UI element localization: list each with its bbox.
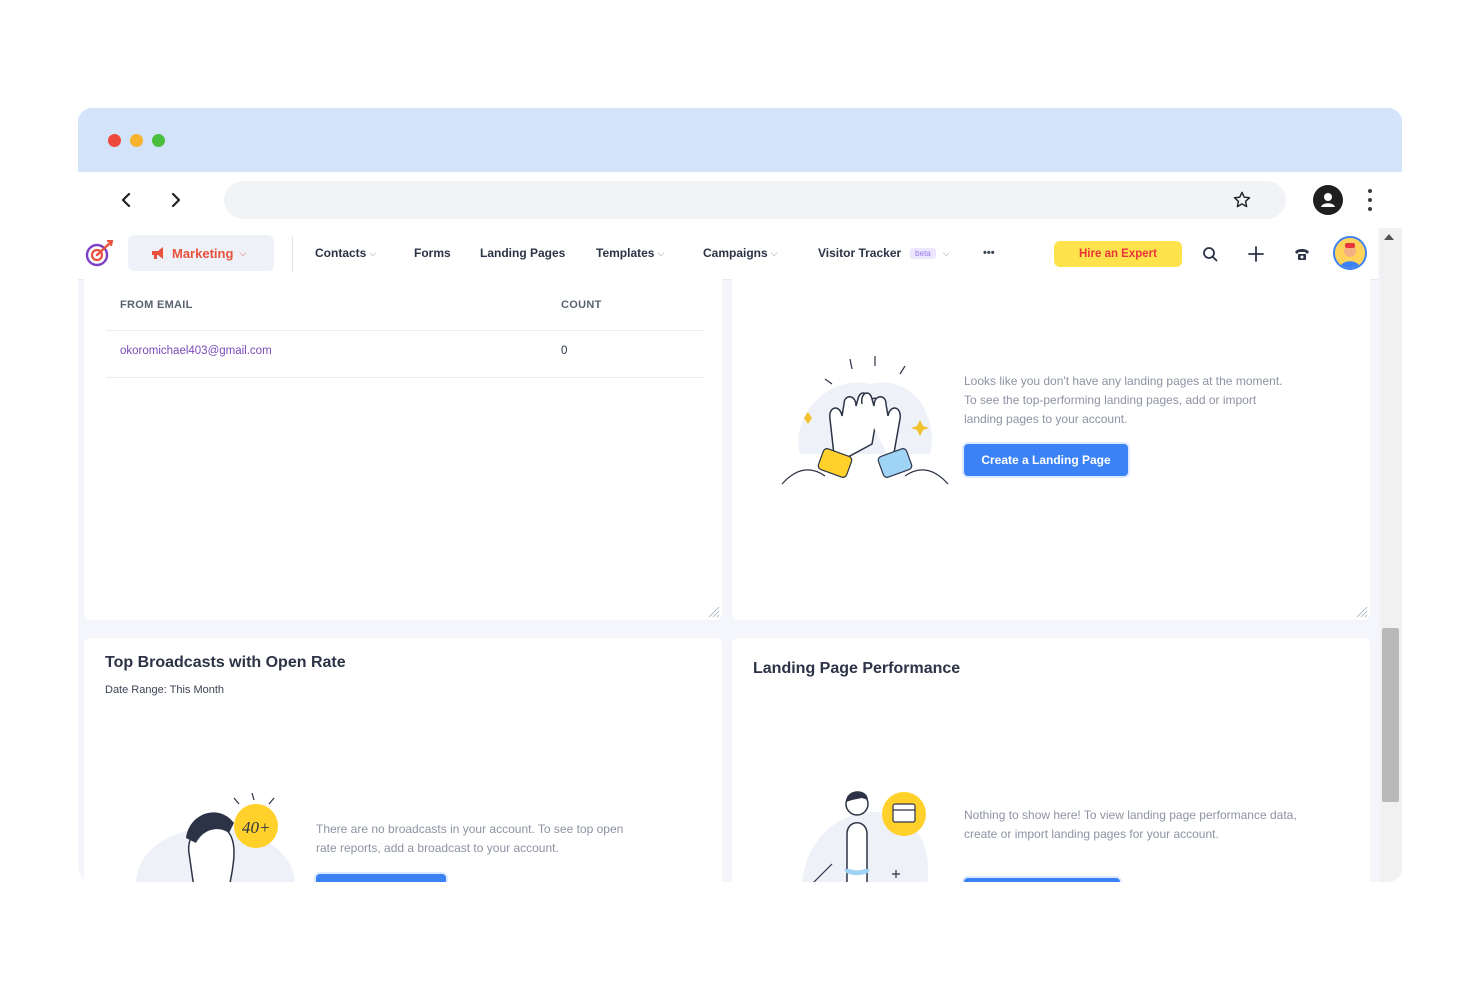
from-email-header: FROM EMAIL — [120, 299, 193, 311]
megaphone-icon — [152, 247, 163, 259]
high-five-illustration — [781, 356, 949, 485]
nav-item-visitor-tracker[interactable]: Visitor Tracker beta ⌵ — [818, 228, 950, 278]
app-viewport: Marketing ⌵ Contacts ⌵ Forms Landing Page… — [78, 228, 1402, 882]
person-calendar-illustration — [802, 791, 929, 882]
address-bar[interactable] — [224, 181, 1286, 219]
hire-expert-label: Hire an Expert — [1079, 248, 1157, 260]
chevron-down-icon: ⌵ — [770, 247, 778, 258]
add-broadcast-button[interactable] — [316, 874, 446, 882]
scroll-up-arrow-icon[interactable] — [1384, 234, 1394, 240]
table-divider — [106, 377, 704, 378]
app-logo-icon[interactable] — [84, 238, 114, 268]
landing-performance-message: Nothing to show here! To view landing pa… — [964, 808, 1297, 841]
person-badge-illustration: 40+ — [136, 792, 295, 882]
broadcasts-empty-message: There are no broadcasts in your account.… — [316, 822, 624, 855]
landing-page-performance-card: Landing Page Performance Nothing to show… — [732, 638, 1370, 882]
maximize-window-dot[interactable] — [152, 134, 165, 147]
chevron-down-icon: ⌵ — [239, 247, 247, 258]
chevron-down-icon: ⌵ — [657, 247, 665, 258]
browser-titlebar — [78, 108, 1402, 172]
chevron-right-icon — [171, 192, 181, 208]
nav-item-campaigns[interactable]: Campaigns ⌵ — [703, 228, 778, 278]
user-avatar[interactable] — [1333, 236, 1367, 270]
browser-window: Marketing ⌵ Contacts ⌵ Forms Landing Page… — [78, 108, 1402, 882]
top-broadcasts-card: Top Broadcasts with Open Rate Date Range… — [84, 638, 722, 882]
resize-handle-icon[interactable] — [706, 604, 720, 618]
nav-item-label: Contacts — [315, 246, 367, 260]
back-button[interactable] — [112, 186, 140, 214]
hire-expert-button[interactable]: Hire an Expert — [1054, 241, 1182, 267]
chevron-down-icon: ⌵ — [942, 247, 950, 258]
nav-divider — [292, 236, 293, 272]
landing-empty-message: Looks like you don't have any landing pa… — [964, 374, 1283, 426]
nav-item-label: Campaigns — [703, 246, 768, 260]
create-landing-page-button[interactable]: Create a Landing Page — [964, 444, 1128, 476]
landing-performance-button[interactable] — [964, 878, 1120, 882]
more-menu-icon[interactable]: ••• — [983, 228, 995, 278]
nav-item-label: Visitor Tracker — [818, 246, 902, 260]
nav-item-label: Landing Pages — [480, 246, 566, 260]
resize-handle-icon[interactable] — [1354, 604, 1368, 618]
more-label: ••• — [983, 247, 995, 259]
minimize-window-dot[interactable] — [130, 134, 143, 147]
broadcasts-title: Top Broadcasts with Open Rate — [105, 654, 346, 671]
badge-text: 40+ — [242, 818, 270, 837]
from-email-card: FROM EMAIL COUNT okoromichael403@gmail.c… — [84, 278, 722, 620]
app-navbar: Marketing ⌵ Contacts ⌵ Forms Landing Page… — [78, 228, 1378, 280]
browser-menu-icon[interactable] — [1362, 186, 1378, 214]
beta-badge: beta — [910, 247, 936, 259]
search-icon[interactable] — [1198, 242, 1222, 266]
create-landing-page-label: Create a Landing Page — [981, 453, 1111, 467]
nav-item-label: Templates — [596, 246, 655, 260]
landing-performance-title: Landing Page Performance — [753, 660, 961, 677]
plus-icon[interactable] — [1244, 242, 1268, 266]
broadcasts-date-range: Date Range: This Month — [105, 684, 225, 696]
count-header: COUNT — [561, 299, 602, 311]
bookmark-star-icon[interactable] — [1232, 190, 1252, 210]
table-divider — [106, 330, 704, 331]
close-window-dot[interactable] — [108, 134, 121, 147]
forward-button[interactable] — [162, 186, 190, 214]
nav-item-contacts[interactable]: Contacts ⌵ — [315, 228, 376, 278]
marketing-menu[interactable]: Marketing ⌵ — [128, 235, 274, 271]
scrollbar-thumb[interactable] — [1382, 628, 1399, 802]
marketing-label: Marketing — [172, 245, 234, 261]
chevron-down-icon: ⌵ — [369, 247, 377, 258]
email-link[interactable]: okoromichael403@gmail.com — [120, 345, 272, 357]
nav-item-templates[interactable]: Templates ⌵ — [596, 228, 664, 278]
phone-icon[interactable] — [1290, 242, 1314, 266]
chevron-left-icon — [121, 192, 131, 208]
nav-item-forms[interactable]: Forms — [414, 228, 451, 278]
email-count: 0 — [561, 345, 568, 357]
nav-item-label: Forms — [414, 246, 451, 260]
top-landing-pages-card: Looks like you don't have any landing pa… — [732, 278, 1370, 620]
nav-item-landing-pages[interactable]: Landing Pages — [480, 228, 565, 278]
browser-toolbar — [78, 172, 1402, 228]
browser-profile-icon[interactable] — [1313, 185, 1343, 215]
